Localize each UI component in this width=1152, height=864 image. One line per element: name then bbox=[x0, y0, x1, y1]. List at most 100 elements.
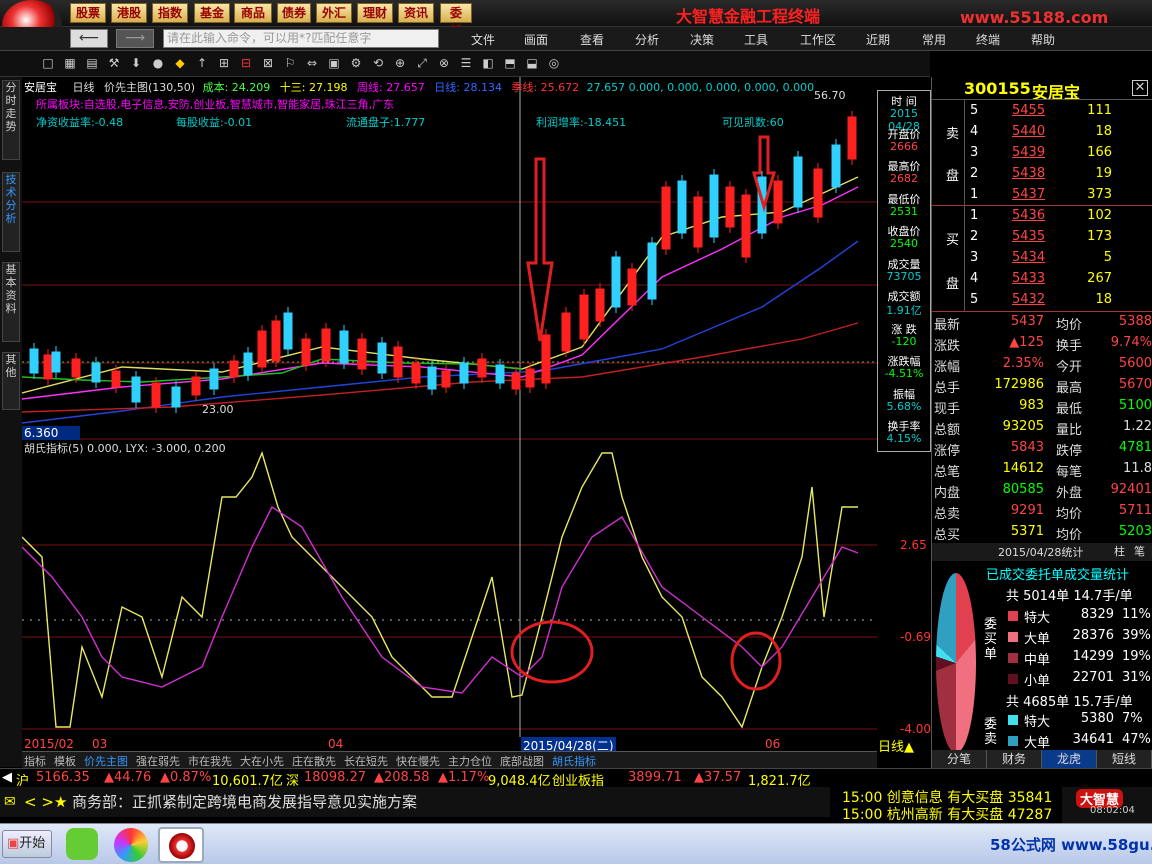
chart-canvas[interactable] bbox=[21, 77, 877, 737]
indicator-tab-7[interactable]: 长在短先 bbox=[344, 753, 388, 769]
period-switch[interactable]: 日线▲ bbox=[878, 736, 914, 755]
quote-tab-2[interactable]: 龙虎 bbox=[1042, 750, 1097, 768]
indicator-tab-10[interactable]: 底部战图 bbox=[500, 753, 544, 769]
main-menu-item-2[interactable]: 查看 bbox=[580, 31, 604, 48]
news-headline[interactable]: 商务部：正抓紧制定跨境电商发展指导意见实施方案 bbox=[72, 787, 417, 817]
sell-price[interactable]: 5438 bbox=[1012, 166, 1045, 181]
indicator-tab-9[interactable]: 主力仓位 bbox=[448, 753, 492, 769]
stock-name: 安居宝 bbox=[24, 81, 57, 94]
layout-a-icon[interactable]: ⬒ bbox=[502, 55, 518, 71]
download-icon[interactable]: ⬇ bbox=[128, 55, 144, 71]
period-label: 日线 bbox=[72, 81, 95, 94]
command-input[interactable]: 请在此输入命令，可以用*?匹配任意字 bbox=[163, 29, 439, 48]
main-menu-item-1[interactable]: 画面 bbox=[524, 31, 548, 48]
x-box-icon[interactable]: ⊠ bbox=[260, 55, 276, 71]
refresh-icon[interactable]: ⟲ bbox=[370, 55, 386, 71]
stat-label: 最低 bbox=[1056, 402, 1083, 417]
main-menu-item-5[interactable]: 工具 bbox=[744, 31, 768, 48]
main-menu-item-6[interactable]: 工作区 bbox=[800, 31, 836, 48]
buy-price[interactable]: 5436 bbox=[1012, 208, 1045, 223]
indicator-tab-6[interactable]: 庄在散先 bbox=[292, 753, 336, 769]
left-tab-3[interactable]: 其他 bbox=[2, 352, 20, 410]
indicator-tab-11[interactable]: 胡氏指标 bbox=[552, 753, 596, 769]
top-menu-item-5[interactable]: 债券 bbox=[277, 3, 311, 23]
buy-price[interactable]: 5434 bbox=[1012, 250, 1045, 265]
arrow-up-icon[interactable]: ↑ bbox=[194, 55, 210, 71]
top-menu-item-9[interactable]: 委托 bbox=[440, 3, 472, 38]
minus-box-icon[interactable]: ⊟ bbox=[238, 55, 254, 71]
wechat-app-icon[interactable] bbox=[66, 828, 98, 860]
dots-icon[interactable]: ● bbox=[150, 55, 166, 71]
zoom-in-icon[interactable]: ⊕ bbox=[392, 55, 408, 71]
main-menu-item-3[interactable]: 分析 bbox=[635, 31, 659, 48]
top-menu-item-2[interactable]: 指数 bbox=[152, 3, 188, 23]
main-menu-item-0[interactable]: 文件 bbox=[471, 31, 495, 48]
square-icon[interactable]: □ bbox=[40, 55, 56, 71]
buy-price[interactable]: 5433 bbox=[1012, 271, 1045, 286]
left-tab-1[interactable]: 技术分析 bbox=[2, 172, 20, 252]
top-menu-item-4[interactable]: 商品 bbox=[234, 3, 272, 23]
order-type: 大单 bbox=[1024, 632, 1051, 647]
plus-box-icon[interactable]: ⊞ bbox=[216, 55, 232, 71]
list-icon[interactable]: ☰ bbox=[458, 55, 474, 71]
indicator-tab-0[interactable]: 指标 bbox=[24, 753, 46, 769]
indicator-tab-8[interactable]: 快在慢先 bbox=[396, 753, 440, 769]
stat-tab-tick[interactable]: 笔 bbox=[1134, 543, 1145, 559]
candle-body bbox=[301, 338, 311, 366]
main-menu-item-10[interactable]: 帮助 bbox=[1031, 31, 1055, 48]
quote-tab-0[interactable]: 分笔 bbox=[932, 750, 987, 768]
back-button[interactable]: ⟵ bbox=[70, 29, 108, 48]
layout-b-icon[interactable]: ⬓ bbox=[524, 55, 540, 71]
news-bar[interactable]: ✉ < > ★ 商务部：正抓紧制定跨境电商发展指导意见实施方案 bbox=[0, 787, 830, 817]
kline-chart[interactable] bbox=[21, 77, 877, 737]
indicator-tab-5[interactable]: 大在小先 bbox=[240, 753, 284, 769]
mail-icon[interactable]: ✉ bbox=[4, 787, 16, 817]
expand-icon[interactable]: ⤢ bbox=[414, 55, 430, 71]
close-icon[interactable]: ✕ bbox=[1132, 80, 1148, 96]
start-button[interactable]: ▣开始 bbox=[2, 830, 52, 858]
target-icon[interactable]: ◎ bbox=[546, 55, 562, 71]
top-menu-item-6[interactable]: 外汇 bbox=[316, 3, 352, 23]
buy-price[interactable]: 5432 bbox=[1012, 292, 1045, 307]
left-tab-0[interactable]: 分时走势 bbox=[2, 80, 20, 160]
indicator-tab-2[interactable]: 价先主图 bbox=[84, 753, 128, 769]
sell-price[interactable]: 5437 bbox=[1012, 187, 1045, 202]
top-menu-item-0[interactable]: 股票 bbox=[70, 3, 106, 23]
top-menu-item-1[interactable]: 港股 bbox=[111, 3, 147, 23]
forward-button[interactable]: ⟶ bbox=[116, 29, 154, 48]
swap-icon[interactable]: ⇔ bbox=[304, 55, 320, 71]
tool-icon[interactable]: ⚒ bbox=[106, 55, 122, 71]
sell-price[interactable]: 5455 bbox=[1012, 103, 1045, 118]
indicator-tab-1[interactable]: 模板 bbox=[54, 753, 76, 769]
top-menu-item-7[interactable]: 理财 bbox=[357, 3, 393, 23]
diamond-icon[interactable]: ◆ bbox=[172, 55, 188, 71]
sell-price[interactable]: 5440 bbox=[1012, 124, 1045, 139]
sell-price[interactable]: 5439 bbox=[1012, 145, 1045, 160]
left-tab-2[interactable]: 基本资料 bbox=[2, 262, 20, 342]
main-menu-item-8[interactable]: 常用 bbox=[922, 31, 946, 48]
dzh-app-icon[interactable] bbox=[158, 827, 204, 863]
sell-level: 1 bbox=[970, 187, 979, 202]
stat-tab-bar[interactable]: 柱 bbox=[1114, 543, 1125, 559]
sell-label-2: 盘 bbox=[946, 169, 960, 184]
quote-tab-1[interactable]: 财务 bbox=[987, 750, 1042, 768]
buy-price[interactable]: 5435 bbox=[1012, 229, 1045, 244]
top-menu-item-3[interactable]: 基金 bbox=[194, 3, 230, 23]
nav-arrows-icon[interactable]: < > bbox=[24, 787, 54, 817]
main-menu-item-7[interactable]: 近期 bbox=[866, 31, 890, 48]
top-menu-item-8[interactable]: 资讯 bbox=[398, 3, 434, 23]
gear-icon[interactable]: ⚙ bbox=[348, 55, 364, 71]
indicator-tab-3[interactable]: 强在弱先 bbox=[136, 753, 180, 769]
main-menu-item-9[interactable]: 终端 bbox=[976, 31, 1000, 48]
pinwheel-app-icon[interactable] bbox=[114, 828, 148, 862]
close-icon[interactable]: ⊗ bbox=[436, 55, 452, 71]
main-menu-item-4[interactable]: 决策 bbox=[690, 31, 714, 48]
grid-icon[interactable]: ▦ bbox=[62, 55, 78, 71]
indicator-tab-4[interactable]: 市在我先 bbox=[188, 753, 232, 769]
frame-icon[interactable]: ▣ bbox=[326, 55, 342, 71]
panel-icon[interactable]: ◧ bbox=[480, 55, 496, 71]
bars-icon[interactable]: ▤ bbox=[84, 55, 100, 71]
quote-tab-3[interactable]: 短线 bbox=[1097, 750, 1152, 768]
alert-item[interactable]: 15:00 杭州高新 有大买盘 47287 bbox=[842, 804, 1052, 824]
flag-icon[interactable]: ⚐ bbox=[282, 55, 298, 71]
